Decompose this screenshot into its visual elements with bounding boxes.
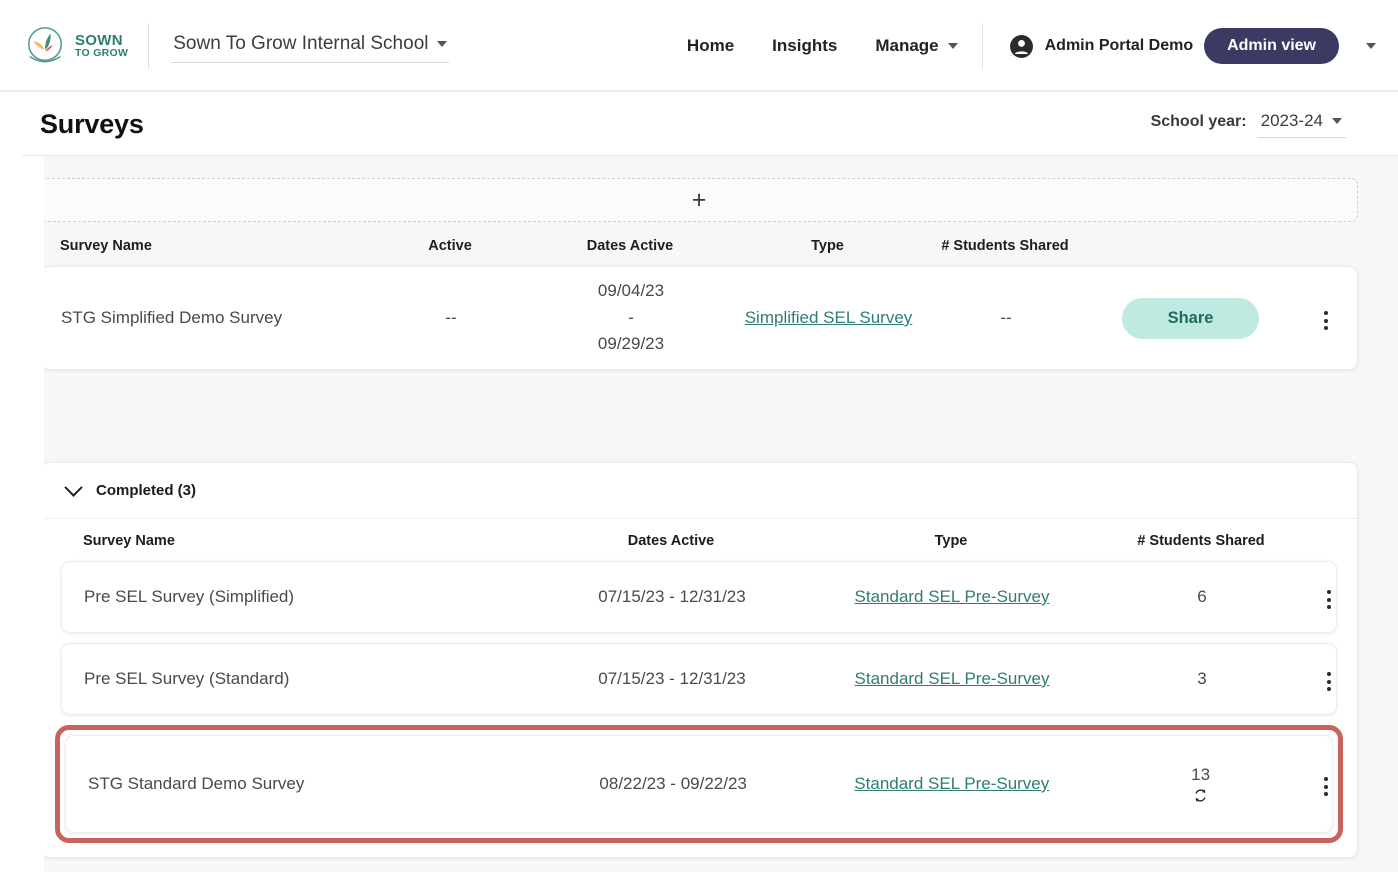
- brand-word-line1: SOWN: [75, 32, 123, 50]
- cell-date-end: 09/29/23: [597, 334, 665, 354]
- completed-surveys-panel: Completed (3) Survey Name Dates Active T…: [40, 462, 1358, 858]
- cell-students-shared: --: [1000, 308, 1012, 327]
- cell-active: --: [445, 308, 457, 327]
- column-header-students-shared: # Students Shared: [941, 238, 1069, 254]
- column-header-dates-active: Dates Active: [627, 533, 715, 549]
- user-menu-chevron-down-icon[interactable]: [1366, 43, 1376, 49]
- cell-students-shared: 13: [1081, 765, 1320, 804]
- add-survey-button[interactable]: +: [40, 178, 1358, 222]
- page-header: Surveys School year: 2023-24: [0, 92, 1398, 156]
- completed-section-title: Completed (3): [96, 482, 197, 499]
- plus-icon: +: [691, 185, 707, 214]
- cell-survey-name: Pre SEL Survey (Simplified): [84, 587, 295, 606]
- cell-type: Standard SEL Pre-Survey: [822, 774, 1081, 794]
- cell-type: Standard SEL Pre-Survey: [822, 669, 1082, 689]
- page-title: Surveys: [40, 108, 144, 139]
- column-header-type: Type: [934, 533, 968, 549]
- nav-item-manage[interactable]: Manage: [875, 36, 958, 56]
- column-header-dates-active: Dates Active: [586, 238, 674, 254]
- nav-item-manage-label: Manage: [875, 36, 939, 55]
- active-surveys-header-row: Survey Name Active Dates Active Type # S…: [40, 238, 1358, 266]
- cell-action: Share: [1086, 297, 1295, 339]
- nav-item-home-label: Home: [686, 36, 735, 55]
- cell-row-menu: [1322, 581, 1336, 613]
- cell-row-menu: [1295, 302, 1357, 334]
- share-button[interactable]: Share: [1121, 297, 1260, 339]
- admin-view-button[interactable]: Admin view: [1204, 28, 1339, 64]
- cell-row-menu: [1320, 768, 1332, 800]
- cell-students-shared: 6: [1197, 587, 1207, 606]
- row-options-kebab-icon[interactable]: [1320, 307, 1332, 334]
- completed-section-toggle[interactable]: Completed (3): [41, 463, 1357, 519]
- cell-row-menu: [1322, 663, 1336, 695]
- brand-wordmark: SOWN TO GROW: [75, 33, 128, 59]
- cell-survey-name: STG Standard Demo Survey: [88, 774, 305, 793]
- school-year-label: School year:: [1150, 112, 1247, 130]
- survey-type-link[interactable]: Simplified SEL Survey: [745, 308, 913, 327]
- column-header-active: Active: [428, 238, 472, 254]
- cell-type: Standard SEL Pre-Survey: [822, 587, 1082, 607]
- school-selector-value: Sown To Grow Internal School: [173, 33, 429, 54]
- user-name-label: Admin Portal Demo: [1044, 37, 1194, 54]
- students-shared-count: 13: [1191, 764, 1211, 784]
- user-account-block: Admin Portal Demo Admin view: [981, 23, 1376, 69]
- table-row[interactable]: STG Standard Demo Survey 08/22/23 - 09/2…: [65, 735, 1333, 833]
- completed-surveys-table: Survey Name Dates Active Type # Students…: [41, 519, 1357, 843]
- school-year-dropdown[interactable]: 2023-24: [1256, 110, 1346, 138]
- completed-header-row: Survey Name Dates Active Type # Students…: [61, 519, 1337, 561]
- row-options-kebab-icon[interactable]: [1320, 773, 1332, 800]
- school-selector-dropdown[interactable]: Sown To Grow Internal School: [171, 29, 450, 63]
- column-header-survey-name: Survey Name: [60, 238, 152, 254]
- nav-item-insights[interactable]: Insights: [772, 36, 837, 56]
- cell-dates-active: 09/04/23 - 09/29/23: [531, 278, 731, 357]
- sown-to-grow-logo-icon: [28, 27, 62, 63]
- table-row[interactable]: Pre SEL Survey (Standard) 07/15/23 - 12/…: [61, 643, 1337, 715]
- column-header-type: Type: [811, 238, 844, 254]
- chevron-down-icon: [64, 478, 83, 497]
- active-surveys-table: Survey Name Active Dates Active Type # S…: [40, 238, 1358, 370]
- cell-students-shared: 3: [1197, 669, 1207, 688]
- chevron-down-icon: [1332, 117, 1342, 124]
- chevron-down-icon: [947, 43, 958, 49]
- column-header-students-shared: # Students Shared: [1137, 533, 1265, 549]
- row-options-kebab-icon[interactable]: [1323, 668, 1335, 695]
- column-header-survey-name: Survey Name: [83, 533, 175, 549]
- nav-item-home[interactable]: Home: [687, 36, 734, 56]
- cell-dates-active: 07/15/23 - 12/31/23: [598, 587, 746, 606]
- survey-type-link[interactable]: Standard SEL Pre-Survey: [855, 587, 1050, 606]
- account-circle-icon[interactable]: [1009, 34, 1034, 59]
- table-row[interactable]: Pre SEL Survey (Simplified) 07/15/23 - 1…: [61, 561, 1337, 633]
- page-content: + Survey Name Active Dates Active Type #…: [22, 156, 1398, 872]
- brand-logo[interactable]: SOWN TO GROW: [22, 23, 150, 69]
- cell-survey-name: STG Simplified Demo Survey: [61, 308, 283, 327]
- cell-date-separator: -: [628, 307, 634, 327]
- table-row[interactable]: STG Simplified Demo Survey -- 09/04/23 -…: [40, 266, 1358, 370]
- top-navigation-bar: SOWN TO GROW Sown To Grow Internal Schoo…: [0, 0, 1398, 92]
- school-year-value: 2023-24: [1260, 110, 1323, 130]
- row-options-kebab-icon[interactable]: [1323, 586, 1335, 613]
- cell-dates-active: 08/22/23 - 09/22/23: [599, 774, 747, 793]
- cell-type: Simplified SEL Survey: [731, 308, 926, 328]
- nav-item-insights-label: Insights: [772, 36, 838, 55]
- highlight-annotation-box: STG Standard Demo Survey 08/22/23 - 09/2…: [55, 725, 1343, 843]
- survey-type-link[interactable]: Standard SEL Pre-Survey: [854, 774, 1049, 793]
- school-year-control: School year: 2023-24: [1151, 111, 1346, 138]
- survey-type-link[interactable]: Standard SEL Pre-Survey: [855, 669, 1050, 688]
- brand-word-line2: TO GROW: [75, 47, 129, 60]
- left-gutter: [22, 156, 44, 872]
- cell-survey-name: Pre SEL Survey (Standard): [84, 669, 290, 688]
- cell-dates-active: 07/15/23 - 12/31/23: [598, 669, 746, 688]
- cell-date-start: 09/04/23: [597, 281, 665, 301]
- main-nav-links: Home Insights Manage: [687, 36, 982, 56]
- refresh-sync-icon[interactable]: [1192, 787, 1209, 804]
- chevron-down-icon: [437, 41, 448, 47]
